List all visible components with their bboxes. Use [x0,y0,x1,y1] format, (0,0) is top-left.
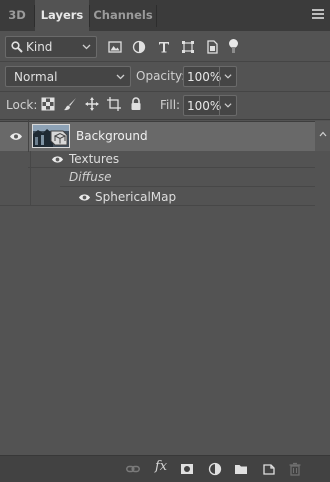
sublayer-sphericalmap[interactable]: SphericalMap [95,190,176,204]
lock-transparent-pixels-icon[interactable] [41,97,55,111]
search-icon [11,41,23,53]
lock-all-icon[interactable] [129,97,143,111]
tab-channels[interactable]: Channels [90,0,156,31]
panel-menu-icon[interactable] [312,9,324,21]
tree-line [30,151,31,205]
opacity-value: 100% [187,70,222,84]
layer-thumbnail[interactable] [32,124,70,148]
blend-mode-value: Normal [14,70,58,84]
layers-panel: 3D Layers Channels Kind Normal Opacity: … [0,0,330,482]
fill-field[interactable]: 100% [183,95,237,116]
chevron-down-icon [82,44,91,50]
scroll-up-button[interactable] [315,121,330,151]
lock-image-pixels-icon[interactable] [63,97,77,111]
opacity-dropdown[interactable] [219,67,236,86]
sublayer-diffuse[interactable]: Diffuse [69,170,111,184]
sublayer-textures[interactable]: Textures [69,152,119,166]
shape-layer-filter-icon[interactable] [181,40,195,54]
pixel-layer-filter-icon[interactable] [108,40,122,54]
fill-value: 100% [187,99,222,113]
filter-kind-label: Kind [26,40,53,54]
opacity-label: Opacity: [136,69,186,83]
adjustment-layer-filter-icon[interactable] [132,40,146,54]
lock-label: Lock: [6,98,38,112]
tab-divider [156,5,157,27]
add-mask-icon[interactable] [180,462,194,476]
divider [28,167,315,168]
lock-position-icon[interactable] [85,97,99,111]
chevron-up-icon [319,131,327,137]
smart-object-filter-icon[interactable] [205,40,219,54]
divider [0,61,330,62]
visibility-eye-icon[interactable] [51,155,64,164]
blend-mode-select[interactable]: Normal [5,66,131,87]
layer-name-background[interactable]: Background [76,129,148,143]
layer-style-fx-icon[interactable]: fx [155,459,167,474]
tab-layers[interactable]: Layers [35,0,89,31]
filter-kind-select[interactable]: Kind [5,36,97,58]
delete-layer-icon[interactable] [288,462,302,476]
filter-toggle-switch[interactable] [229,39,238,53]
type-layer-filter-icon[interactable] [157,40,171,54]
layers-list[interactable] [0,119,330,456]
chevron-down-icon [116,74,125,80]
new-group-folder-icon[interactable] [234,462,248,476]
new-layer-icon[interactable] [262,462,276,476]
divider [0,205,315,206]
fill-label: Fill: [160,98,181,112]
chevron-down-icon [224,103,232,108]
layers-footer-toolbar: fx [0,455,330,482]
divider [0,91,330,92]
opacity-field[interactable]: 100% [183,66,237,87]
fill-dropdown[interactable] [219,96,236,115]
new-adjustment-layer-icon[interactable] [208,462,222,476]
divider [0,121,315,122]
visibility-eye-icon[interactable] [9,132,23,141]
divider [60,186,315,187]
chevron-down-icon [224,74,232,79]
link-layers-icon[interactable] [126,462,140,476]
divider [28,120,29,152]
visibility-eye-icon[interactable] [78,193,91,202]
panel-tab-bar: 3D Layers Channels [0,0,330,31]
tab-3d[interactable]: 3D [0,0,34,31]
lock-artboard-icon[interactable] [107,97,121,111]
